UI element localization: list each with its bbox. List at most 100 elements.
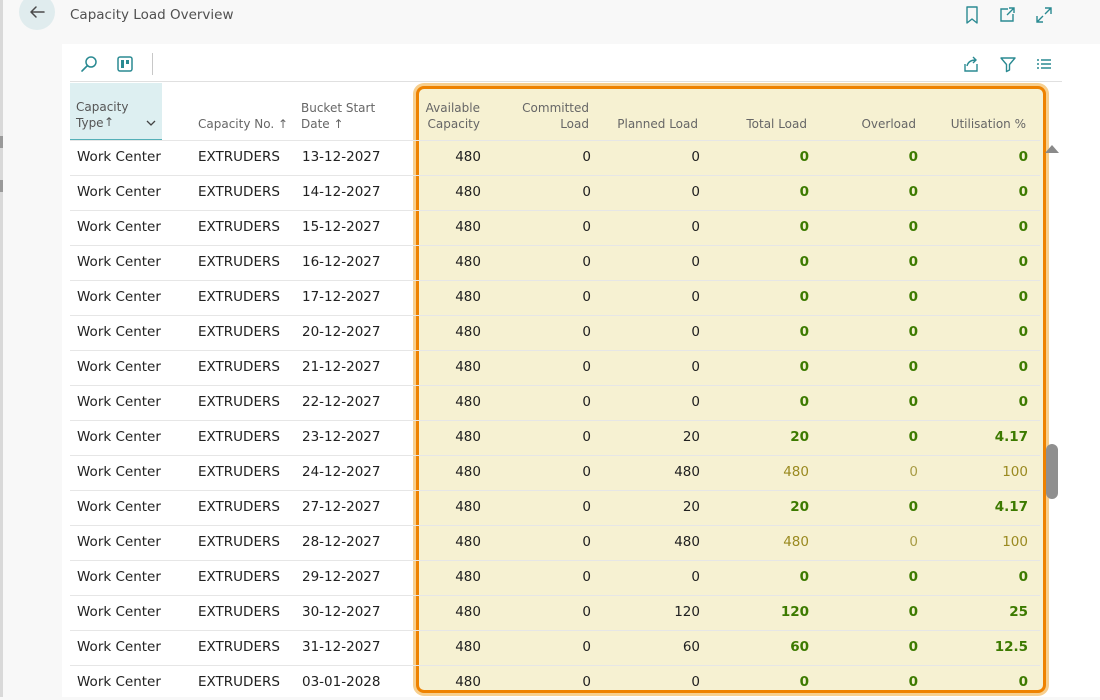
cell-total-load: 0 (799, 219, 809, 235)
cell-capacity-no[interactable]: EXTRUDERS (198, 219, 280, 235)
cell-capacity-no[interactable]: EXTRUDERS (198, 394, 280, 410)
cell-bucket-start-date: 16-12-2027 (302, 254, 381, 270)
cell-capacity-type[interactable]: Work Center (77, 254, 161, 270)
cell-capacity-no[interactable]: EXTRUDERS (198, 569, 280, 585)
expand-button[interactable] (1032, 4, 1056, 26)
table-row[interactable]: Work Center EXTRUDERS 20-12-2027 480 0 0… (70, 315, 1040, 350)
cell-capacity-no[interactable]: EXTRUDERS (198, 149, 280, 165)
cell-utilisation: 0 (1018, 359, 1028, 375)
filter-icon (1000, 57, 1016, 73)
table-row[interactable]: Work Center EXTRUDERS 16-12-2027 480 0 0… (70, 245, 1040, 280)
cell-available-capacity: 480 (455, 569, 481, 585)
table-row[interactable]: Work Center EXTRUDERS 31-12-2027 480 0 6… (70, 630, 1040, 665)
table-row[interactable]: Work Center EXTRUDERS 29-12-2027 480 0 0… (70, 560, 1040, 595)
cell-bucket-start-date: 28-12-2027 (302, 534, 381, 550)
cell-planned-load: 0 (691, 219, 700, 235)
chevron-down-icon[interactable] (146, 119, 156, 127)
open-new-window-button[interactable] (995, 4, 1019, 26)
cell-capacity-no[interactable]: EXTRUDERS (198, 429, 280, 445)
cell-bucket-start-date: 15-12-2027 (302, 219, 381, 235)
cell-capacity-no[interactable]: EXTRUDERS (198, 639, 280, 655)
cell-overload: 0 (908, 184, 918, 200)
back-button[interactable] (19, 0, 55, 30)
column-header-label: Capacity No. (198, 117, 275, 131)
share-button[interactable] (958, 52, 984, 76)
cell-capacity-type[interactable]: Work Center (77, 359, 161, 375)
cell-capacity-type[interactable]: Work Center (77, 184, 161, 200)
cell-available-capacity: 480 (455, 219, 481, 235)
bookmark-button[interactable] (960, 4, 984, 26)
table-row[interactable]: Work Center EXTRUDERS 28-12-2027 480 0 4… (70, 525, 1040, 560)
cell-capacity-type[interactable]: Work Center (77, 534, 161, 550)
cell-committed-load: 0 (582, 639, 591, 655)
table-row[interactable]: Work Center EXTRUDERS 27-12-2027 480 0 2… (70, 490, 1040, 525)
cell-capacity-no[interactable]: EXTRUDERS (198, 604, 280, 620)
table-row[interactable]: Work Center EXTRUDERS 22-12-2027 480 0 0… (70, 385, 1040, 420)
cell-capacity-type[interactable]: Work Center (77, 639, 161, 655)
cell-bucket-start-date: 17-12-2027 (302, 289, 381, 305)
table-row[interactable]: Work Center EXTRUDERS 21-12-2027 480 0 0… (70, 350, 1040, 385)
cell-capacity-type[interactable]: Work Center (77, 499, 161, 515)
list-view-button[interactable] (1031, 52, 1057, 76)
table-row[interactable]: Work Center EXTRUDERS 03-01-2028 480 0 0… (70, 665, 1040, 700)
filter-button[interactable] (995, 52, 1021, 76)
cell-capacity-type[interactable]: Work Center (77, 674, 161, 690)
cell-available-capacity: 480 (455, 429, 481, 445)
table-row[interactable]: Work Center EXTRUDERS 14-12-2027 480 0 0… (70, 175, 1040, 210)
column-header-total-load[interactable]: Total Load (707, 116, 807, 132)
cell-capacity-no[interactable]: EXTRUDERS (198, 289, 280, 305)
cell-capacity-type[interactable]: Work Center (77, 219, 161, 235)
cell-capacity-type[interactable]: Work Center (77, 289, 161, 305)
cell-committed-load: 0 (582, 534, 591, 550)
cell-capacity-type[interactable]: Work Center (77, 394, 161, 410)
search-button[interactable] (76, 52, 102, 76)
cell-capacity-type[interactable]: Work Center (77, 149, 161, 165)
column-header-planned-load[interactable]: Planned Load (598, 116, 698, 132)
table-row[interactable]: Work Center EXTRUDERS 23-12-2027 480 0 2… (70, 420, 1040, 455)
cell-bucket-start-date: 29-12-2027 (302, 569, 381, 585)
edge-marker (0, 136, 3, 148)
cell-committed-load: 0 (582, 254, 591, 270)
scrollbar-thumb[interactable] (1046, 444, 1058, 499)
column-header-capacity-type[interactable]: Capacity Type ↑ (70, 83, 162, 141)
cell-total-load: 480 (783, 534, 809, 550)
cell-capacity-type[interactable]: Work Center (77, 569, 161, 585)
cell-capacity-no[interactable]: EXTRUDERS (198, 359, 280, 375)
toolbar-divider (70, 81, 1062, 82)
column-header-utilisation[interactable]: Utilisation % (926, 116, 1026, 132)
cell-capacity-no[interactable]: EXTRUDERS (198, 674, 280, 690)
cell-bucket-start-date: 20-12-2027 (302, 324, 381, 340)
table-row[interactable]: Work Center EXTRUDERS 24-12-2027 480 0 4… (70, 455, 1040, 490)
table-row[interactable]: Work Center EXTRUDERS 13-12-2027 480 0 0… (70, 140, 1040, 175)
cell-capacity-no[interactable]: EXTRUDERS (198, 254, 280, 270)
cell-capacity-type[interactable]: Work Center (77, 429, 161, 445)
column-header-label: Utilisation % (950, 117, 1026, 131)
cell-committed-load: 0 (582, 149, 591, 165)
column-header-overload[interactable]: Overload (816, 116, 916, 132)
cell-overload: 0 (909, 534, 918, 550)
cell-capacity-no[interactable]: EXTRUDERS (198, 464, 280, 480)
scroll-up-arrow[interactable] (1045, 145, 1059, 153)
cell-capacity-type[interactable]: Work Center (77, 464, 161, 480)
layout-button[interactable] (112, 52, 138, 76)
cell-bucket-start-date: 14-12-2027 (302, 184, 381, 200)
table-row[interactable]: Work Center EXTRUDERS 30-12-2027 480 0 1… (70, 595, 1040, 630)
cell-utilisation: 0 (1018, 394, 1028, 410)
cell-total-load: 20 (790, 499, 809, 515)
cell-total-load: 0 (799, 674, 809, 690)
table-row[interactable]: Work Center EXTRUDERS 17-12-2027 480 0 0… (70, 280, 1040, 315)
table-row[interactable]: Work Center EXTRUDERS 15-12-2027 480 0 0… (70, 210, 1040, 245)
column-header-available-capacity[interactable]: Available Capacity (400, 100, 480, 132)
cell-capacity-no[interactable]: EXTRUDERS (198, 184, 280, 200)
cell-capacity-type[interactable]: Work Center (77, 604, 161, 620)
column-header-capacity-no[interactable]: Capacity No. ↑ (198, 116, 288, 132)
cell-utilisation: 0 (1018, 149, 1028, 165)
column-header-committed-load[interactable]: Committed Load (509, 100, 589, 132)
cell-capacity-no[interactable]: EXTRUDERS (198, 534, 280, 550)
cell-capacity-no[interactable]: EXTRUDERS (198, 499, 280, 515)
cell-capacity-no[interactable]: EXTRUDERS (198, 324, 280, 340)
cell-available-capacity: 480 (455, 149, 481, 165)
cell-capacity-type[interactable]: Work Center (77, 324, 161, 340)
column-header-bucket-start-date[interactable]: Bucket Start Date ↑ (301, 100, 375, 132)
list-icon (1037, 59, 1051, 69)
